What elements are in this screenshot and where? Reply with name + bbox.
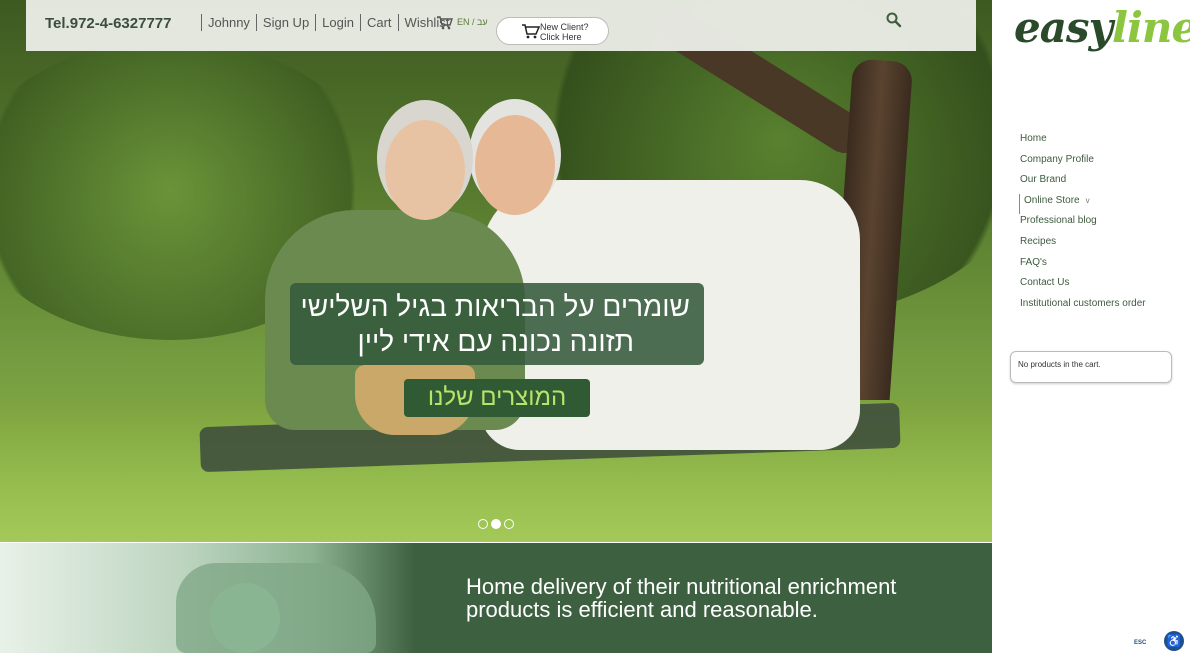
account-links: Johnny Sign Up Login Cart Wishlist [201,14,455,31]
top-bar: Tel.972-4-6327777 Johnny Sign Up Login C… [26,0,976,51]
menu-item-home[interactable]: Home [1020,132,1146,153]
hero-woman-head [385,120,465,220]
banner-baby-head [210,583,280,653]
mini-cart[interactable]: No products in the cart. [1010,351,1172,383]
slider-dot[interactable] [478,519,488,529]
menu-item-institutional-order[interactable]: Institutional customers order [1020,297,1146,318]
menu-item-professional-blog[interactable]: Professional blog [1020,214,1146,235]
hero-slider: שומרים על הבריאות בגיל השלישי תזונה נכונ… [0,0,992,542]
logo-part-line: line [1112,3,1190,52]
menu-item-faqs[interactable]: FAQ's [1020,256,1146,277]
user-link[interactable]: Johnny [201,14,256,31]
phone-number: Tel.972-4-6327777 [45,15,172,32]
hero-man-head [475,115,555,215]
logo-part-easy: easy [1014,3,1113,52]
menu-item-company-profile[interactable]: Company Profile [1020,153,1146,174]
slider-dot[interactable] [504,519,514,529]
cart-icon[interactable] [437,16,453,30]
slider-dots [478,519,514,529]
banner-text: Home delivery of their nutritional enric… [466,575,976,621]
new-client-line2: Click Here [540,32,582,42]
delivery-banner: Home delivery of their nutritional enric… [0,543,992,653]
new-client-button[interactable]: New Client? Click Here [496,17,609,45]
easyline-logo[interactable]: easyline [1014,3,1190,52]
our-products-button[interactable]: המוצרים שלנו [404,379,590,417]
hero-tagline: שומרים על הבריאות בגיל השלישי תזונה נכונ… [290,283,704,365]
new-client-line1: New Client? [540,22,589,32]
hero-tagline-line2: תזונה נכונה עם אידי ליין [357,326,634,357]
search-input[interactable] [626,10,880,39]
menu-item-online-store[interactable]: Online Store v [1019,193,1146,215]
chevron-down-icon: v [1085,195,1090,205]
signup-link[interactable]: Sign Up [255,14,315,31]
slider-dot-active[interactable] [491,519,501,529]
main-menu: Home Company Profile Our Brand Online St… [1019,132,1146,318]
menu-item-contact-us[interactable]: Contact Us [1020,276,1146,297]
banner-line2: products is efficient and reasonable. [466,597,818,622]
shopping-cart-icon [522,24,540,39]
sidebar: easyline Home Company Profile Our Brand … [992,0,1190,653]
login-link[interactable]: Login [315,14,360,31]
banner-line1: Home delivery of their nutritional enric… [466,574,897,599]
menu-item-recipes[interactable]: Recipes [1020,235,1146,256]
accessibility-icon[interactable]: ♿ [1164,631,1184,651]
search-icon[interactable] [885,11,903,29]
language-switch[interactable]: EN / עב [457,17,488,27]
menu-item-our-brand[interactable]: Our Brand [1020,173,1146,194]
hero-tagline-line1: שומרים על הבריאות בגיל השלישי [300,291,690,322]
cart-link[interactable]: Cart [359,14,398,31]
esc-label[interactable]: ESC [1134,640,1146,646]
menu-item-online-store-label: Online Store [1024,194,1080,206]
